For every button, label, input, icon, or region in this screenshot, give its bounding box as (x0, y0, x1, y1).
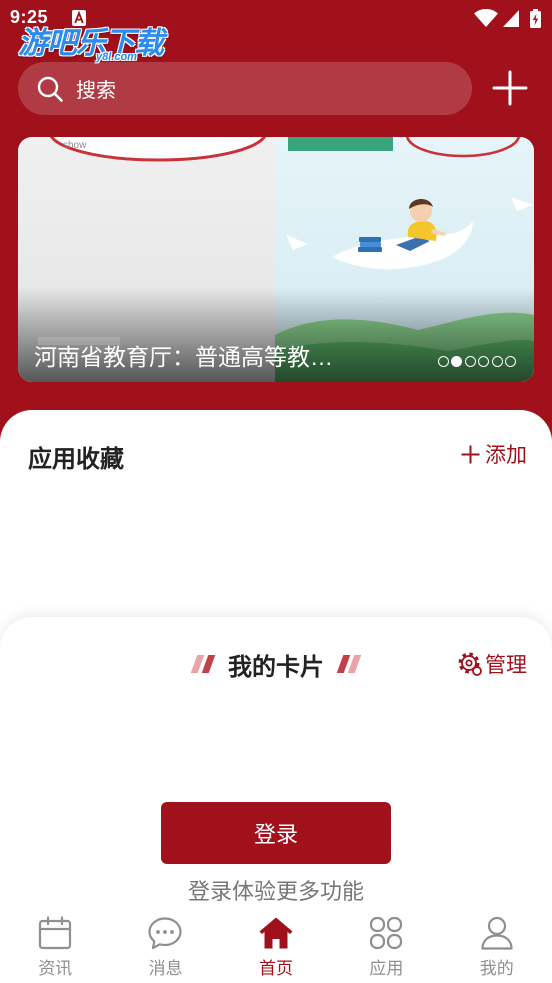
watermark-logo: 游吧乐下载 y8l.com (18, 18, 188, 66)
nav-label: 消息 (148, 959, 183, 978)
login-hint: 登录体验更多功能 (187, 879, 364, 904)
nav-item-profile[interactable]: 我的 (442, 910, 552, 983)
watermark-name: 游吧乐下载 (18, 27, 164, 60)
banner-caption[interactable]: 河南省教育厅：普通高等教… (34, 338, 333, 372)
carousel-dot[interactable] (451, 356, 462, 367)
battery-icon (530, 9, 541, 28)
favorites-title: 应用收藏 (28, 446, 124, 473)
plus-icon[interactable] (492, 70, 528, 106)
add-favorite-button[interactable]: 添加 (461, 440, 527, 468)
manage-button[interactable]: 管理 (457, 650, 527, 678)
login-button[interactable]: 登录 (161, 802, 391, 864)
title-decoration-left (190, 655, 216, 673)
carousel-dots (437, 356, 516, 367)
nav-item-home[interactable]: 首页 (221, 910, 331, 983)
signal-icon (503, 10, 519, 27)
plus-icon (461, 445, 480, 463)
user-icon (480, 916, 513, 950)
cards-title: 我的卡片 (228, 653, 324, 681)
bottom-navigation: 资讯 消息 首页 应用 我的 (0, 910, 552, 983)
search-input[interactable]: 搜索 (18, 62, 472, 115)
chat-icon (148, 917, 182, 950)
carousel-dot[interactable] (437, 356, 449, 367)
nav-label: 应用 (369, 959, 404, 978)
carousel-dot[interactable] (505, 356, 516, 367)
nav-label: 首页 (258, 959, 293, 978)
search-placeholder: 搜索 (76, 80, 116, 102)
nav-label: 资讯 (38, 959, 73, 978)
nav-item-messages[interactable]: 消息 (110, 910, 220, 983)
calendar-icon (38, 916, 72, 950)
nav-label: 我的 (479, 959, 514, 978)
title-decoration-right (336, 655, 362, 673)
home-icon (259, 917, 293, 949)
banner-image-text: show (63, 140, 87, 151)
carousel-dot[interactable] (478, 356, 489, 367)
carousel-dot[interactable] (464, 356, 476, 367)
add-favorite-label: 添加 (485, 444, 527, 467)
carousel-dot[interactable] (491, 356, 503, 367)
manage-label: 管理 (485, 654, 527, 677)
banner-carousel[interactable]: show 河南省教育厅：普通高等教… (18, 137, 534, 382)
nav-item-apps[interactable]: 应用 (331, 910, 441, 983)
gear-icon (458, 652, 482, 676)
green-box (288, 137, 393, 151)
search-icon (37, 76, 63, 102)
nav-item-news[interactable]: 资讯 (0, 910, 110, 983)
books (358, 237, 382, 252)
apps-icon (370, 916, 403, 950)
wifi-icon (474, 9, 498, 27)
